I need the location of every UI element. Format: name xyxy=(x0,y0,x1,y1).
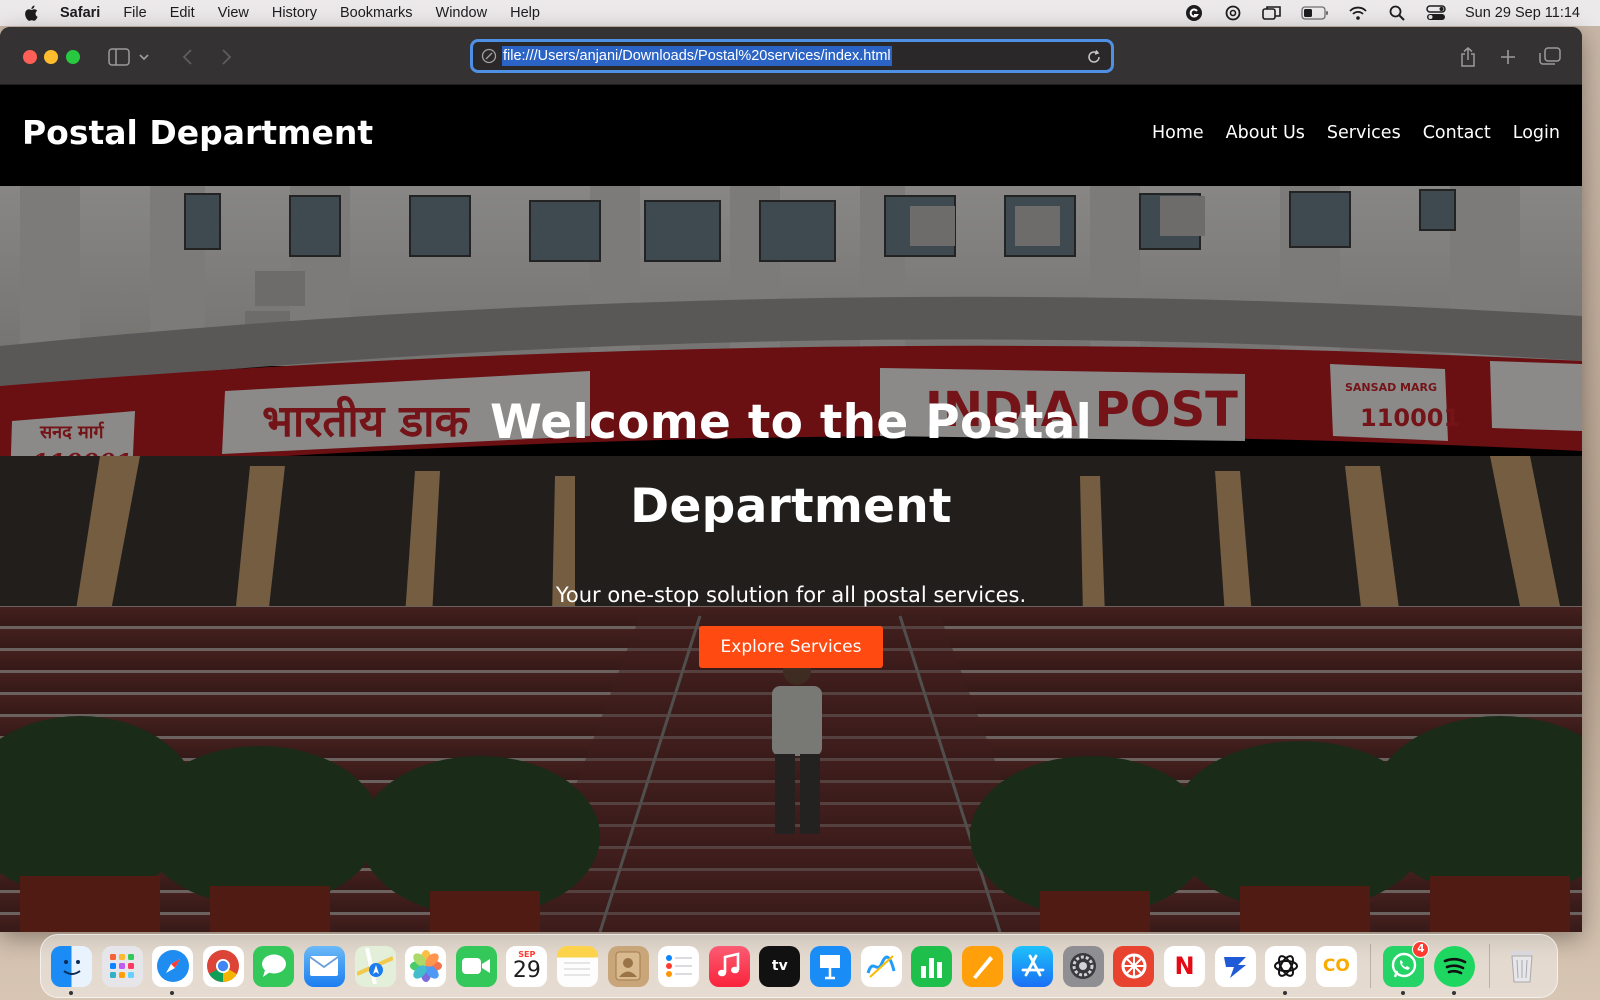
address-bar[interactable]: file:///Users/anjani/Downloads/Postal%20… xyxy=(470,39,1114,73)
explore-services-button[interactable]: Explore Services xyxy=(698,626,884,668)
messages-icon[interactable] xyxy=(253,945,295,987)
menu-help[interactable]: Help xyxy=(510,5,540,21)
running-indicator xyxy=(170,990,175,995)
site-info-icon[interactable] xyxy=(481,48,497,64)
close-window-button[interactable] xyxy=(23,50,37,64)
music-icon[interactable] xyxy=(708,945,750,987)
nav-home-link[interactable]: Home xyxy=(1152,123,1204,143)
reminders-icon[interactable] xyxy=(658,945,700,987)
freeform-icon[interactable] xyxy=(860,945,902,987)
menu-edit[interactable]: Edit xyxy=(170,5,195,21)
safari-window: file:///Users/anjani/Downloads/Postal%20… xyxy=(0,27,1582,932)
colab-label: CO xyxy=(1322,956,1350,976)
tab-group-chevron-down-icon[interactable] xyxy=(136,44,152,70)
safari-dock-icon[interactable] xyxy=(152,945,194,995)
running-indicator xyxy=(1283,990,1288,995)
menu-bookmarks[interactable]: Bookmarks xyxy=(340,5,413,21)
nav-contact-link[interactable]: Contact xyxy=(1423,123,1491,143)
app-store-icon[interactable] xyxy=(1012,945,1054,987)
launchpad-icon[interactable] xyxy=(101,945,143,987)
hero-subtitle: Your one-stop solution for all postal se… xyxy=(555,583,1027,607)
dock-separator xyxy=(1370,944,1372,988)
maps-icon[interactable] xyxy=(354,945,396,987)
chatgpt-status-icon[interactable] xyxy=(1223,4,1243,22)
hero-content: Welcome to the Postal Department Your on… xyxy=(0,381,1582,668)
netflix-icon[interactable]: N xyxy=(1164,945,1206,987)
chrome-icon[interactable] xyxy=(202,945,244,987)
new-tab-plus-icon[interactable] xyxy=(1495,44,1521,70)
share-icon[interactable] xyxy=(1455,44,1481,70)
mail-icon[interactable] xyxy=(303,945,345,987)
keynote-icon[interactable] xyxy=(809,945,851,987)
tab-overview-icon[interactable] xyxy=(1537,44,1563,70)
calendar-icon[interactable]: SEP 29 xyxy=(506,945,548,987)
facetime-icon[interactable] xyxy=(455,945,497,987)
chatgpt-dock-icon[interactable] xyxy=(1265,945,1307,995)
fullscreen-window-button[interactable] xyxy=(66,50,80,64)
running-indicator xyxy=(1401,990,1406,995)
reload-icon[interactable] xyxy=(1085,48,1103,66)
cursor-app-icon[interactable] xyxy=(1214,945,1256,987)
menu-history[interactable]: History xyxy=(272,5,317,21)
numbers-icon[interactable] xyxy=(911,945,953,987)
back-arrow-icon[interactable] xyxy=(175,44,201,70)
netflix-label: N xyxy=(1174,952,1195,980)
screen-mirroring-icon[interactable] xyxy=(1262,4,1282,22)
menubar-clock[interactable]: Sun 29 Sep 11:14 xyxy=(1465,5,1580,21)
spotlight-search-icon[interactable] xyxy=(1387,4,1407,22)
dock-separator xyxy=(1488,944,1490,988)
site-header: Postal Department Home About Us Services… xyxy=(0,85,1582,186)
contacts-icon[interactable] xyxy=(607,945,649,987)
nav-about-link[interactable]: About Us xyxy=(1226,123,1305,143)
sidebar-toggle-icon[interactable] xyxy=(106,44,132,70)
dock: SEP 29 tv N CO 4 xyxy=(40,934,1558,998)
tv-label: tv xyxy=(771,958,788,974)
menu-window[interactable]: Window xyxy=(436,5,488,21)
notes-icon[interactable] xyxy=(556,945,598,987)
running-indicator xyxy=(1452,990,1457,995)
nav-services-link[interactable]: Services xyxy=(1327,123,1401,143)
whatsapp-badge: 4 xyxy=(1412,940,1430,958)
grammarly-icon[interactable] xyxy=(1184,4,1204,22)
forward-arrow-icon[interactable] xyxy=(213,44,239,70)
google-colab-icon[interactable]: CO xyxy=(1315,945,1357,987)
apple-logo-icon[interactable] xyxy=(22,3,42,23)
address-url[interactable]: file:///Users/anjani/Downloads/Postal%20… xyxy=(502,46,892,66)
whatsapp-icon[interactable]: 4 xyxy=(1383,940,1430,995)
cisco-webex-icon[interactable] xyxy=(1113,945,1155,987)
photos-icon[interactable] xyxy=(405,945,447,987)
site-nav-links: Home About Us Services Contact Login xyxy=(1130,123,1560,143)
battery-icon[interactable] xyxy=(1301,4,1329,22)
menu-view[interactable]: View xyxy=(218,5,249,21)
hero-section: सनद मार्ग 110001 भारतीय डाक INDIA POST S… xyxy=(0,186,1582,932)
site-logo[interactable]: Postal Department xyxy=(22,113,373,152)
trash-icon[interactable] xyxy=(1502,946,1543,987)
minimize-window-button[interactable] xyxy=(44,50,58,64)
browser-toolbar: file:///Users/anjani/Downloads/Postal%20… xyxy=(0,27,1582,85)
nav-login-link[interactable]: Login xyxy=(1513,123,1560,143)
apple-tv-icon[interactable]: tv xyxy=(759,945,801,987)
pages-icon[interactable] xyxy=(961,945,1003,987)
finder-icon[interactable] xyxy=(51,945,92,995)
running-indicator xyxy=(69,990,73,995)
wifi-icon[interactable] xyxy=(1348,4,1368,22)
menu-app-safari[interactable]: Safari xyxy=(60,5,100,21)
menu-file[interactable]: File xyxy=(123,5,146,21)
control-center-icon[interactable] xyxy=(1426,4,1446,22)
menu-bar: Safari File Edit View History Bookmarks … xyxy=(0,0,1600,26)
hero-title: Welcome to the Postal Department xyxy=(489,395,1093,534)
spotify-icon[interactable] xyxy=(1434,945,1476,995)
web-page: Postal Department Home About Us Services… xyxy=(0,85,1582,932)
system-settings-icon[interactable] xyxy=(1062,945,1104,987)
calendar-day: 29 xyxy=(512,957,541,983)
